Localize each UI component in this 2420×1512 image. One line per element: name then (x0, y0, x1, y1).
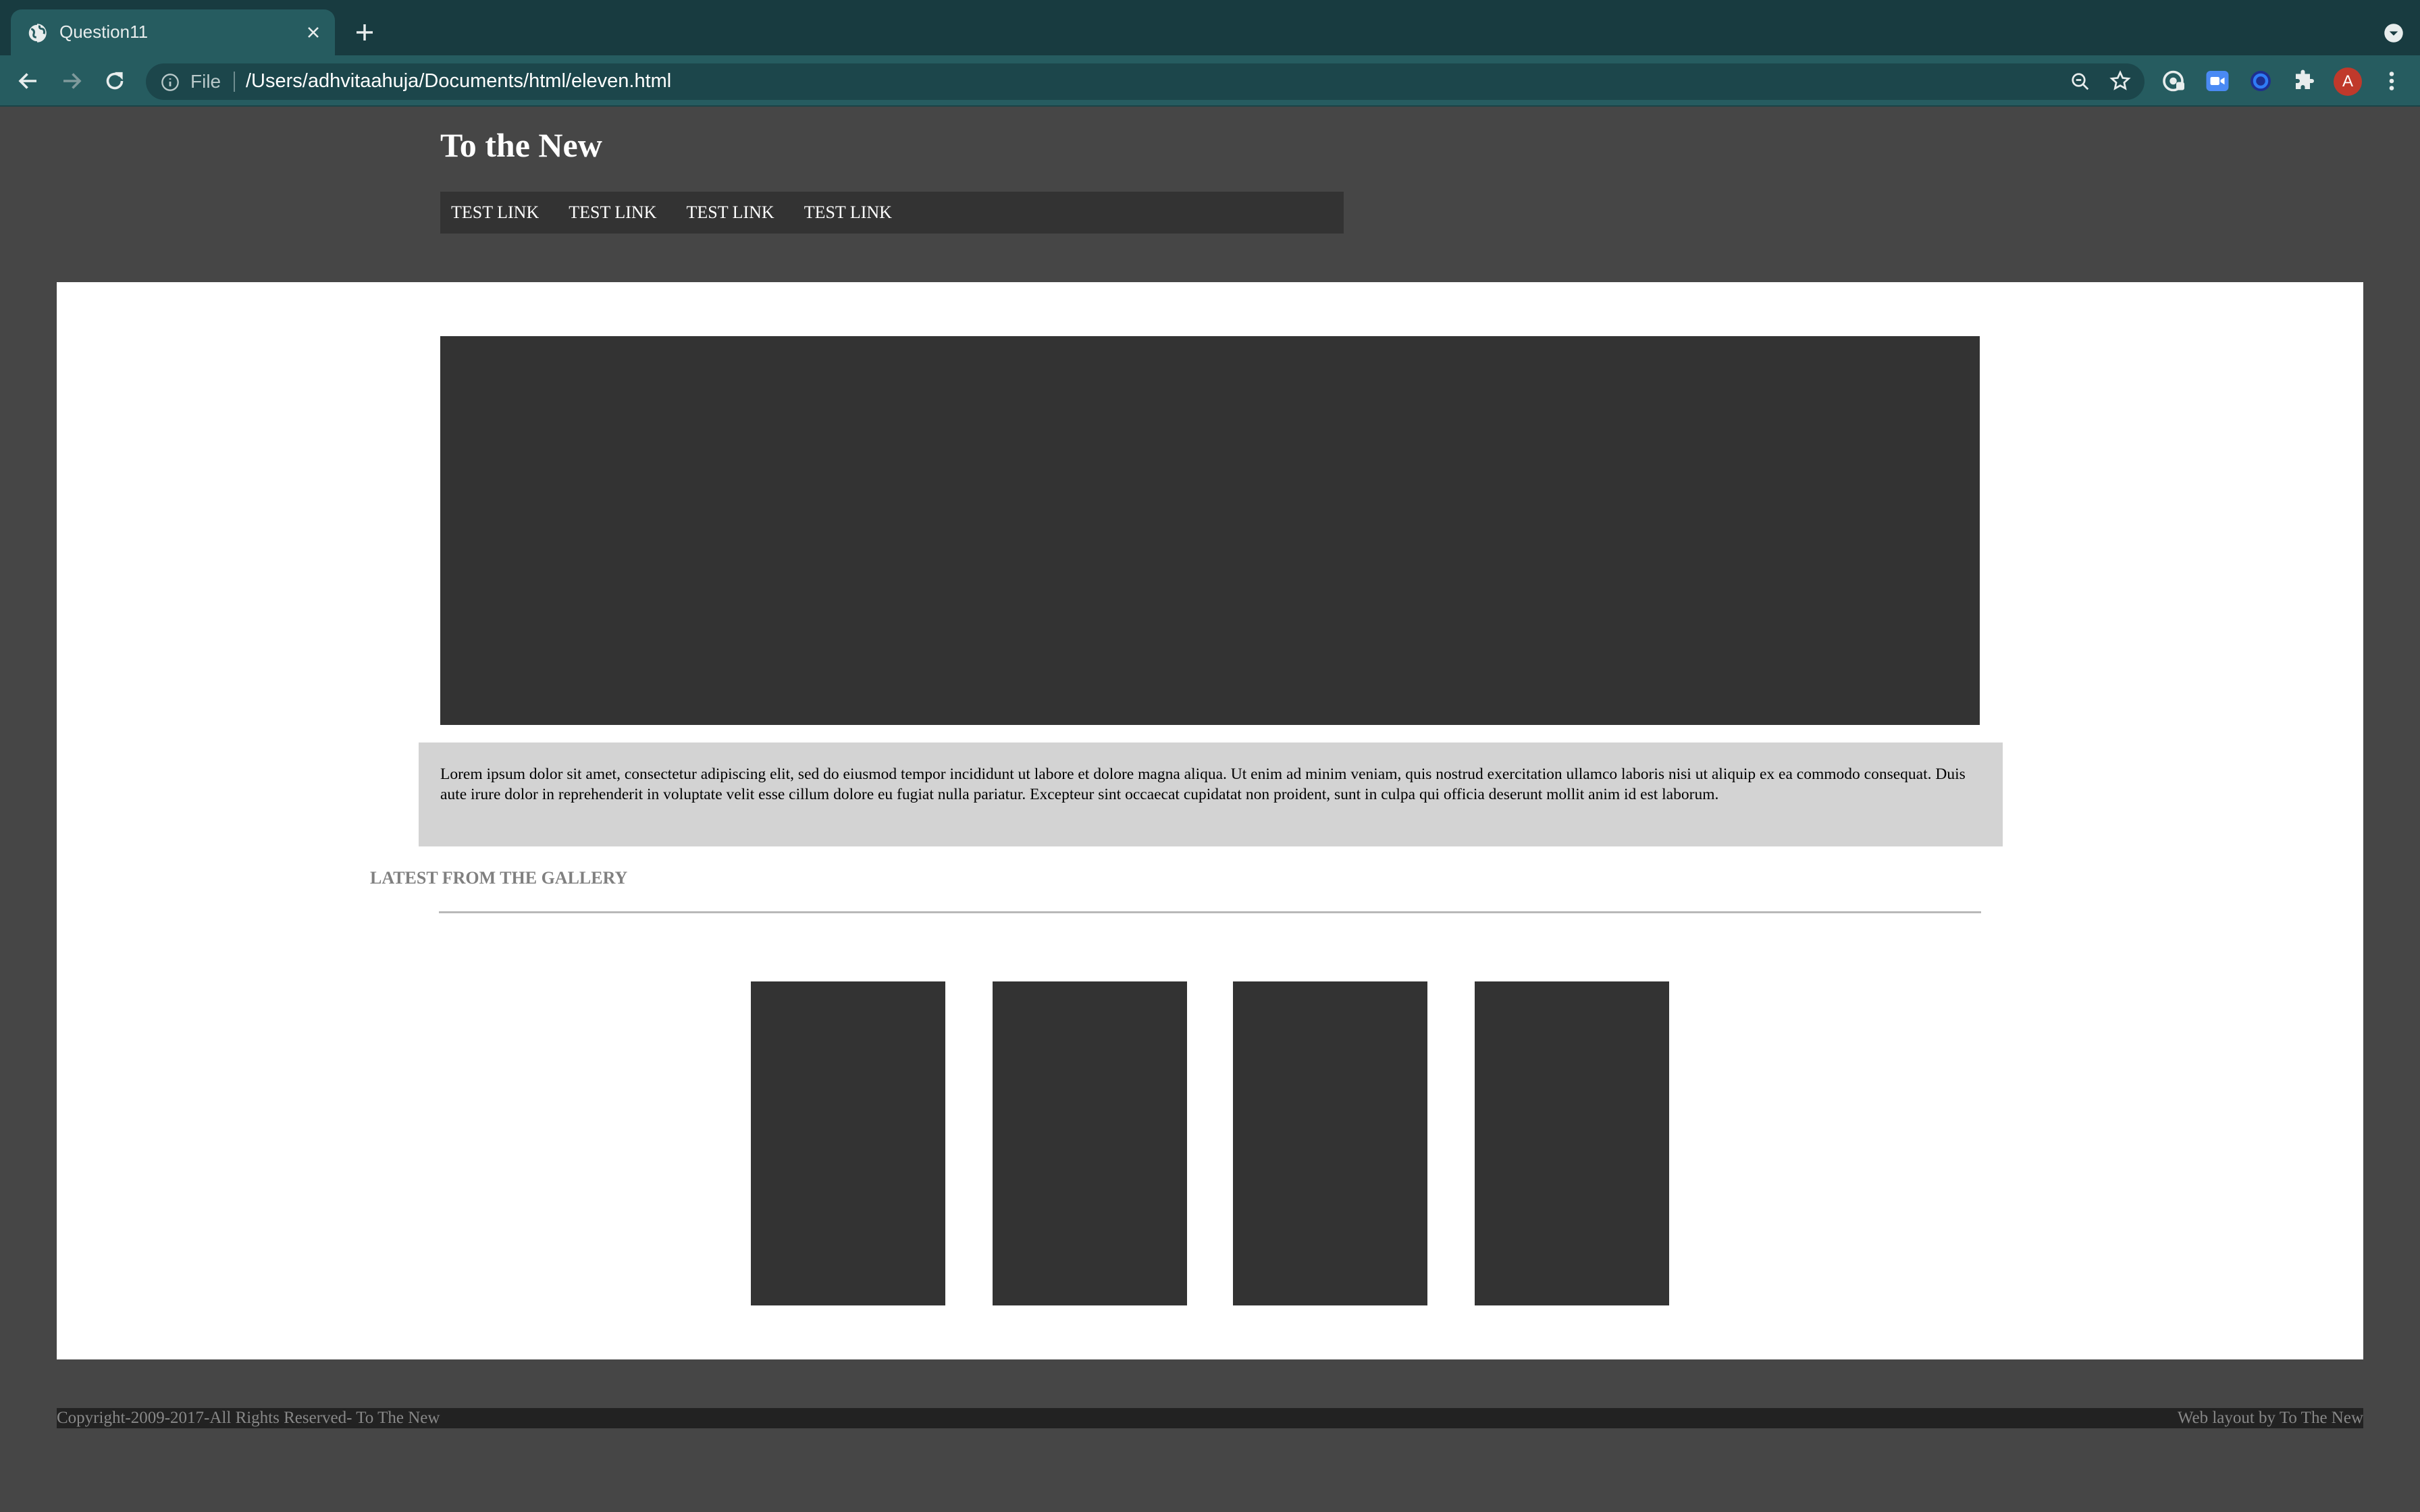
gallery-thumbnail-1 (751, 981, 945, 1305)
more-menu-icon[interactable] (2379, 69, 2404, 93)
gallery-thumbnail-4 (1475, 981, 1669, 1305)
nav-link-4[interactable]: TEST LINK (804, 202, 892, 223)
back-arrow-icon[interactable] (16, 69, 41, 93)
intro-paragraph: Lorem ipsum dolor sit amet, consectetur … (419, 742, 2003, 846)
site-title: To the New (440, 126, 602, 164)
gallery-thumbnail-2 (993, 981, 1187, 1305)
address-scheme: File (190, 71, 221, 92)
address-bar[interactable]: File /Users/adhvitaahuja/Documents/html/… (146, 63, 2145, 100)
footer-copyright: Copyright-2009-2017-All Rights Reserved-… (57, 1409, 440, 1427)
gallery-divider (439, 911, 1981, 913)
browser-toolbar: File /Users/adhvitaahuja/Documents/html/… (0, 55, 2420, 107)
nav-link-1[interactable]: TEST LINK (451, 202, 539, 223)
site-navigation: TEST LINK TEST LINK TEST LINK TEST LINK (440, 192, 1344, 234)
tab-search-icon[interactable] (2384, 23, 2404, 43)
extension-badge-icon[interactable] (2162, 69, 2186, 93)
zoom-icon[interactable] (2070, 72, 2090, 92)
address-separator (234, 72, 235, 92)
globe-icon (27, 23, 47, 43)
site-footer: Copyright-2009-2017-All Rights Reserved-… (57, 1408, 2363, 1428)
tab-title: Question11 (59, 22, 149, 42)
footer-credit: Web layout by To The New (2177, 1409, 2363, 1427)
hero-banner-placeholder (440, 336, 1980, 725)
circle-extension-icon[interactable] (2248, 69, 2273, 93)
nav-link-2[interactable]: TEST LINK (569, 202, 656, 223)
reload-icon[interactable] (103, 69, 127, 93)
forward-arrow-icon[interactable] (59, 69, 84, 93)
close-tab-icon[interactable] (305, 24, 321, 40)
gallery-thumbnail-3 (1233, 981, 1427, 1305)
nav-link-3[interactable]: TEST LINK (686, 202, 774, 223)
gallery-heading: LATEST FROM THE GALLERY (370, 868, 628, 888)
bookmark-star-icon[interactable] (2109, 70, 2131, 92)
chrome-divider (0, 105, 2420, 107)
extensions-puzzle-icon[interactable] (2292, 69, 2316, 93)
new-tab-icon[interactable] (354, 22, 375, 43)
address-url[interactable]: /Users/adhvitaahuja/Documents/html/eleve… (246, 70, 671, 92)
tab-strip: Question11 (0, 0, 2420, 55)
info-icon[interactable] (161, 73, 180, 92)
video-call-extension-icon[interactable] (2205, 69, 2230, 93)
main-content: Lorem ipsum dolor sit amet, consectetur … (57, 282, 2363, 1359)
browser-tab-active[interactable]: Question11 (11, 9, 335, 55)
profile-avatar[interactable]: A (2334, 68, 2362, 96)
